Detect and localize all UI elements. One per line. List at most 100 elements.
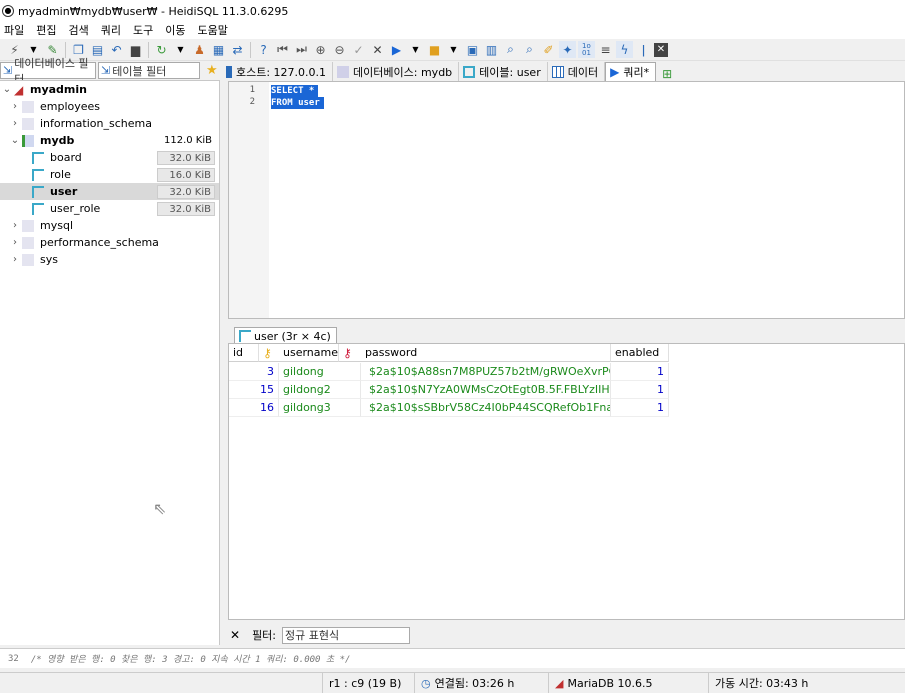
database-icon [22,219,34,232]
sync-icon[interactable]: ⇄ [229,41,246,58]
delete-record-icon[interactable]: ⊖ [331,41,348,58]
log-line-number: 32 [8,653,19,664]
tree-db-information-schema[interactable]: › information_schema [0,115,219,132]
column-header-password[interactable]: password [361,344,611,362]
cell-enabled[interactable]: 1 [611,399,669,417]
cell-password[interactable]: $2a$10$A88sn7M8PUZ57b2tM/gRWOeXvrPOsBXk.… [361,363,611,381]
filter-icon: ⇲ [3,64,13,77]
cell-password[interactable]: $2a$10$N7YzA0WMsCzOtEgt0B.5F.FBLYzIIHtJ5… [361,381,611,399]
close-tab-icon[interactable]: ✕ [654,42,668,57]
cell-username[interactable]: gildong [279,363,361,381]
binary-icon[interactable]: 1o 01 [578,41,595,58]
find-icon[interactable]: ⌕ [502,41,519,58]
users-icon[interactable]: ♟ [191,41,208,58]
sql-line[interactable]: SELECT * [271,85,319,97]
menu-go[interactable]: 이동 [161,22,193,39]
clear-icon[interactable]: ✐ [540,41,557,58]
database-tree[interactable]: ⌄ ◢ myadmin › employees › information_sc… [0,80,220,645]
menu-query[interactable]: 쿼리 [97,22,129,39]
tree-db-employees[interactable]: › employees [0,98,219,115]
open-folder-icon[interactable]: ■ [426,41,443,58]
cell-enabled[interactable]: 1 [611,363,669,381]
heidisql-app-icon: ● [2,5,14,17]
close-filter-icon[interactable]: ✕ [230,628,240,642]
wrap-icon[interactable]: ≡ [597,41,614,58]
save-snippet-icon[interactable]: ▥ [483,41,500,58]
menu-help[interactable]: 도움말 [194,22,236,39]
tree-table-user[interactable]: user 32.0 KiB [0,183,219,200]
favorite-star-icon[interactable]: ★ [206,63,218,78]
dropdown-arrow-icon[interactable]: ▼ [172,41,189,58]
chevron-right-icon[interactable]: › [10,237,20,248]
result-grid[interactable]: id ⚷ username ⚷ password enabled 3 gildo… [228,343,905,620]
database-icon [22,117,34,130]
sql-log[interactable]: 32 /* 영향 받은 행: 0 찾은 행: 3 경고: 0 지속 시간 1 쿼… [0,648,905,668]
cell-id[interactable]: 3 [229,363,279,381]
column-header-id[interactable]: id [229,344,259,362]
menu-file[interactable]: 파일 [0,22,32,39]
database-filter-input[interactable]: ⇲ 데이터베이스 필터 [0,57,96,86]
tree-db-mydb[interactable]: ⌄ mydb 112.0 KiB [0,132,219,149]
column-header-username[interactable]: username [279,344,339,362]
explain-icon[interactable]: ǀ [635,41,652,58]
result-tab-user[interactable]: user (3r × 4c) [234,327,337,344]
menu-edit[interactable]: 편집 [32,22,64,39]
chevron-right-icon[interactable]: › [10,254,20,265]
tree-root[interactable]: ⌄ ◢ myadmin [0,81,219,98]
column-header-enabled[interactable]: enabled [611,344,669,362]
tree-db-mysql[interactable]: › mysql [0,217,219,234]
help-icon[interactable]: ? [255,41,272,58]
tab-host[interactable]: 호스트: 127.0.0.1 [222,62,334,81]
tree-table-user-role[interactable]: user_role 32.0 KiB [0,200,219,217]
menu-tools[interactable]: 도구 [129,22,161,39]
tab-data[interactable]: 데이터 [548,62,606,81]
add-record-icon[interactable]: ⊕ [312,41,329,58]
cell-username[interactable]: gildong2 [279,381,361,399]
chevron-right-icon[interactable]: › [10,101,20,112]
tree-table-board[interactable]: board 32.0 KiB [0,149,219,166]
format-sql-icon[interactable]: ✦ [559,41,576,58]
tab-table[interactable]: 테이블: user [459,62,548,81]
cell-username[interactable]: gildong3 [279,399,361,417]
dropdown-arrow-icon[interactable]: ▼ [445,41,462,58]
cell-id[interactable]: 15 [229,381,279,399]
result-filter-bar: ✕ 필터: 정규 표현식 [222,625,905,645]
save-icon[interactable]: ▣ [464,41,481,58]
menu-bar: 파일 편집 검색 쿼리 도구 이동 도움말 [0,22,905,39]
line-number: 2 [249,97,255,107]
new-query-tab-icon[interactable]: ⊞ [662,67,672,81]
sql-editor[interactable]: 1 SELECT * 2 FROM user [228,81,905,319]
tab-database[interactable]: 데이터베이스: mydb [333,62,460,81]
undo-icon[interactable]: ↶ [108,41,125,58]
first-record-icon[interactable]: ⏮ [274,41,291,58]
last-record-icon[interactable]: ⏭ [293,41,310,58]
sql-line[interactable]: FROM user [271,97,324,109]
clock-icon: ◷ [421,676,431,690]
table-icon [32,202,44,215]
table-filter-input[interactable]: ⇲ 테이블 필터 [98,62,200,79]
chevron-down-icon[interactable]: ⌄ [2,84,12,95]
cell-enabled[interactable]: 1 [611,381,669,399]
tree-db-performance-schema[interactable]: › performance_schema [0,234,219,251]
tab-query[interactable]: ▶ 쿼리* [605,62,657,81]
tree-table-role[interactable]: role 16.0 KiB [0,166,219,183]
post-record-icon[interactable]: ✓ [350,41,367,58]
export-icon[interactable]: ▦ [210,41,227,58]
dropdown-arrow-icon[interactable]: ▼ [407,41,424,58]
print-icon[interactable]: ▆ [127,41,144,58]
chevron-down-icon[interactable]: ⌄ [10,135,20,146]
status-server: ◢ MariaDB 10.6.5 [548,673,708,693]
refresh-icon[interactable]: ↻ [153,41,170,58]
status-bar: r1 : c9 (19 B) ◷ 연결됨: 03:26 h ◢ MariaDB … [0,672,905,693]
tree-db-sys[interactable]: › sys [0,251,219,268]
chevron-right-icon[interactable]: › [10,220,20,231]
autocomplete-icon[interactable]: ϟ [616,41,633,58]
menu-search[interactable]: 검색 [65,22,97,39]
cancel-icon[interactable]: ✕ [369,41,386,58]
cell-password[interactable]: $2a$10$sSBbrV58Cz4I0bP44SCQRefOb1Fna0p8Y… [361,399,611,417]
replace-icon[interactable]: ⌕ [521,41,538,58]
filter-regex-input[interactable]: 정규 표현식 [282,626,411,644]
cell-id[interactable]: 16 [229,399,279,417]
chevron-right-icon[interactable]: › [10,118,20,129]
run-query-icon[interactable]: ▶ [388,41,405,58]
